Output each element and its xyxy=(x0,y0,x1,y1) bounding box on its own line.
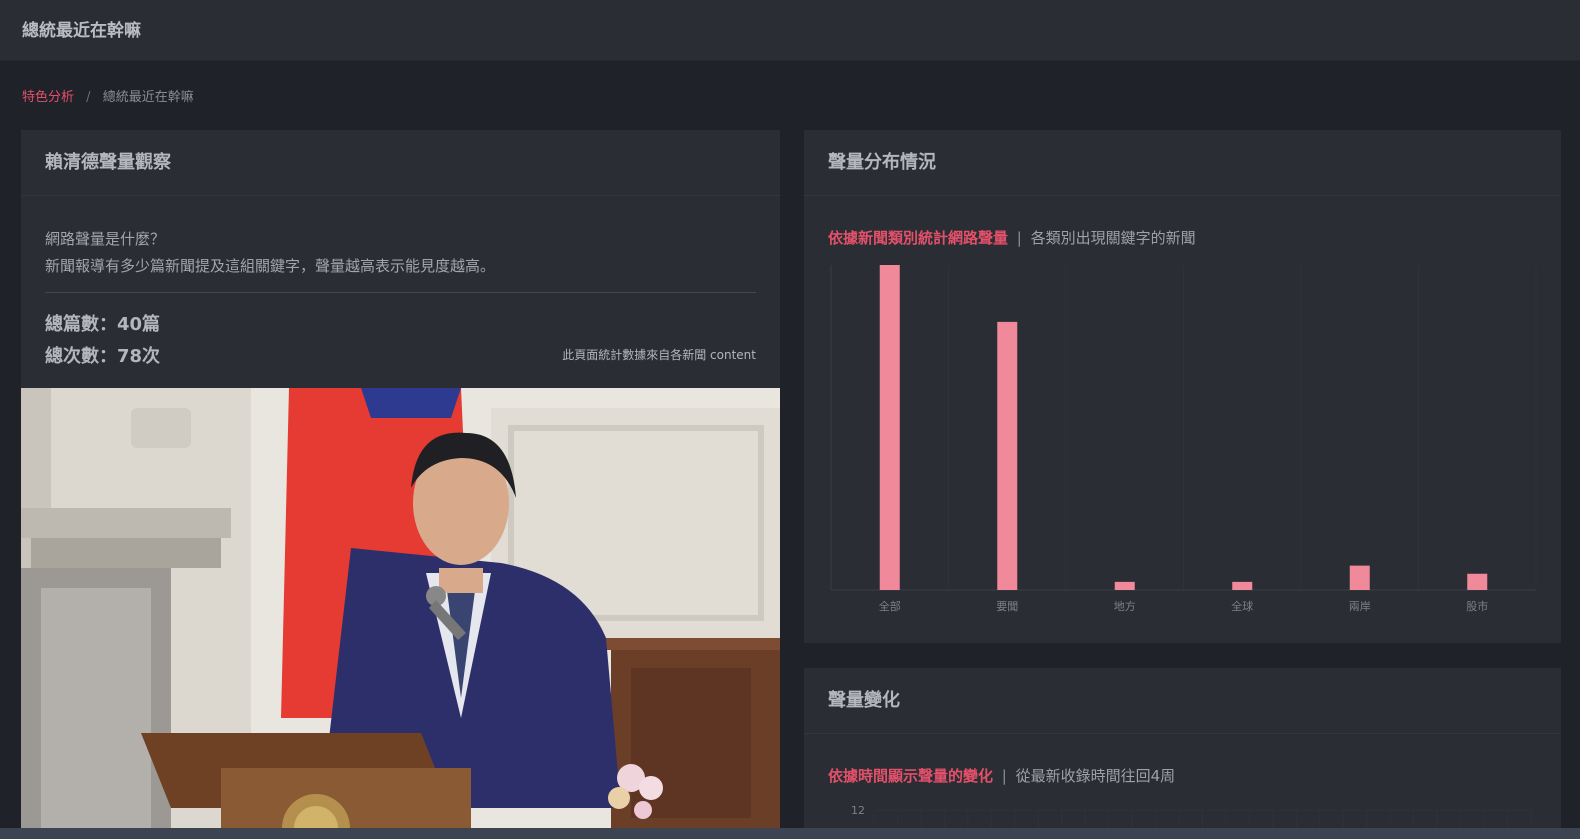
bar-要聞 xyxy=(997,321,1018,590)
bar-兩岸 xyxy=(1349,565,1370,590)
divider xyxy=(45,292,756,293)
volume-overview-card: 賴清德聲量觀察 網路聲量是什麼？ 新聞報導有多少篇新聞提及這組關鍵字，聲量越高表… xyxy=(21,130,780,839)
distribution-subtitle-rest: 各類別出現關鍵字的新聞 xyxy=(1030,229,1196,247)
tick-label: 地方 xyxy=(1114,599,1136,613)
total-articles: 總篇數：40篇 xyxy=(45,314,161,335)
description-line-1: 網路聲量是什麼？ xyxy=(45,230,166,248)
description-line-2: 新聞報導有多少篇新聞提及這組關鍵字，聲量越高表示能見度越高。 xyxy=(45,257,496,275)
volume-overview-title: 賴清德聲量觀察 xyxy=(21,130,780,196)
trend-title: 聲量變化 xyxy=(804,668,1561,734)
distribution-title: 聲量分布情況 xyxy=(804,130,1561,196)
total-mentions: 總次數：78次 xyxy=(45,346,161,367)
bar-地方 xyxy=(1114,581,1135,590)
president-photo xyxy=(21,388,780,839)
horizontal-scrollbar[interactable] xyxy=(0,828,1580,839)
trend-subtitle-rest: 從最新收錄時間往回4周 xyxy=(1015,767,1176,785)
breadcrumb: 特色分析 / 總統最近在幹嘛 xyxy=(22,86,194,105)
tick-label: 要聞 xyxy=(996,600,1018,613)
tick-label: 全部 xyxy=(879,599,901,613)
trend-subtitle-highlight: 依據時間顯示聲量的變化 xyxy=(828,767,994,785)
top-bar: 總統最近在幹嘛 xyxy=(0,0,1580,61)
tick-label: 兩岸 xyxy=(1349,600,1371,613)
bar-全部 xyxy=(879,265,900,590)
bar-全球 xyxy=(1232,581,1253,590)
distribution-subtitle-separator: | xyxy=(1016,229,1022,247)
volume-description: 網路聲量是什麼？ 新聞報導有多少篇新聞提及這組關鍵字，聲量越高表示能見度越高。 xyxy=(45,226,495,280)
app-title: 總統最近在幹嘛 xyxy=(22,21,141,41)
tick-label: 全球 xyxy=(1231,599,1253,613)
tick-label: 股市 xyxy=(1466,599,1488,613)
trend-subtitle: 依據時間顯示聲量的變化 | 從最新收錄時間往回4周 xyxy=(828,765,1175,786)
distribution-bar-chart: 全部 要聞 地方 全球 兩岸 股市 xyxy=(830,265,1537,613)
distribution-subtitle: 依據新聞類別統計網路聲量 | 各類別出現關鍵字的新聞 xyxy=(828,227,1196,248)
trend-subtitle-separator: | xyxy=(1001,767,1007,785)
source-note: 此頁面統計數據來自各新聞 content xyxy=(562,348,756,362)
bar-股市 xyxy=(1467,573,1488,590)
breadcrumb-link-features[interactable]: 特色分析 xyxy=(22,90,74,105)
distribution-subtitle-highlight: 依據新聞類別統計網路聲量 xyxy=(828,229,1009,247)
distribution-card: 聲量分布情況 依據新聞類別統計網路聲量 | 各類別出現關鍵字的新聞 全部 要聞 地方… xyxy=(804,130,1561,643)
trend-card: 聲量變化 依據時間顯示聲量的變化 | 從最新收錄時間往回4周 12 xyxy=(804,668,1561,839)
breadcrumb-current: 總統最近在幹嘛 xyxy=(102,90,194,105)
y-tick-label: 12 xyxy=(851,804,865,817)
breadcrumb-separator: / xyxy=(86,90,91,105)
